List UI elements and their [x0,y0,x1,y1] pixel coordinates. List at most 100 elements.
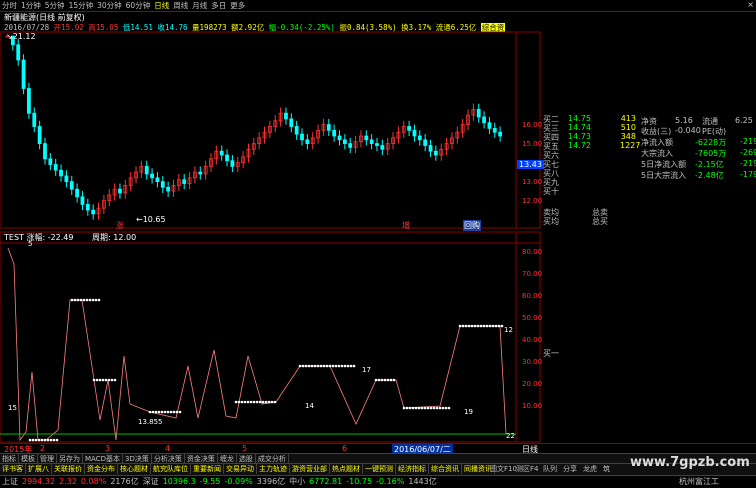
month-label: 4 [165,444,171,453]
index-name[interactable]: 中小 [287,476,307,487]
indicator-dot [322,364,326,368]
function-tab[interactable]: 经济指标 [396,464,429,474]
candle-body [27,88,31,114]
function-tab[interactable]: 交易异动 [224,464,257,474]
flow-key: 5日净流入额 [641,160,687,169]
indicator-point-label: 15 [8,404,17,412]
function-tab[interactable]: 评书客 [0,464,26,474]
candle-body [300,133,304,141]
indicator-dot [91,298,95,302]
candle-body [342,139,347,145]
flow-value-2: -219 [740,159,756,168]
indicator-dot [148,410,152,414]
right-tab[interactable]: 龙虎 [583,464,597,474]
orderbook-total-value: 总买 [592,217,608,226]
indicator-dot [110,378,114,382]
indicator-dot [429,406,433,410]
bottom-right-tab[interactable]: 测区F4 [516,464,538,474]
function-tab[interactable]: 热点题材 [330,464,363,474]
index-name[interactable]: 深证 [141,476,161,487]
indicator-dot [485,324,489,328]
candle-body [380,145,385,150]
right-tab[interactable]: 分享 [563,464,577,474]
orderbook-price: 14.73 [568,132,591,141]
indicator-dot [304,364,308,368]
function-tab[interactable]: 资金分布 [85,464,118,474]
right-tab[interactable]: 筑 [603,464,610,474]
indicator-dot [458,324,462,328]
info-key-2: PE(动) [702,127,727,136]
indicator-dot [482,324,486,328]
indicator-name[interactable]: TEST [4,233,24,242]
status-bar: 上证 2994.32 2.32 0.08% 2176亿 深证 10396.3 -9.55 -0.… [0,475,756,488]
indicator-axis-tick: 50.00 [522,314,543,322]
indicator-dot [408,406,412,410]
function-tab[interactable]: 航究队库位 [151,464,191,474]
indicator-dot [95,378,99,382]
indicator-dot [340,364,344,368]
month-label: 2 [40,444,46,453]
indicator-dot [73,298,77,302]
indicator-dot [97,298,101,302]
indicator-point-label: 12 [504,326,513,334]
indicator-dot [237,400,241,404]
flow-value: -2.15亿 [695,160,724,169]
candle-body [85,203,90,211]
buy-one-label: 买一 [543,349,559,358]
low-label-value: 10.65 [142,215,166,224]
kline-chart[interactable] [0,0,756,487]
low-label: ←10.65 [136,215,166,224]
function-tab[interactable]: 游资营业部 [290,464,330,474]
indicator-axis-tick: 30.00 [522,358,543,366]
indicator-dot [169,410,173,414]
function-tab[interactable]: 关联报价 [52,464,85,474]
event-mark-left[interactable]: 涨 [116,220,124,231]
function-tab[interactable]: 重要新闻 [191,464,224,474]
indicator-dot [85,298,89,302]
indicator-dot [98,378,102,382]
candle-body [64,175,69,182]
info-value-2: 6.25 [735,116,753,125]
event-mark-right[interactable]: 回购 [463,220,481,231]
indicator-point-label: 19 [464,408,473,416]
function-tab[interactable]: 一键预测 [363,464,396,474]
indicator-point-label: 14 [305,402,314,410]
function-tab[interactable]: 主力轨迹 [257,464,290,474]
indicator-dot [334,364,338,368]
orderbook-price: 14.72 [568,141,591,150]
indicator-dot [166,410,170,414]
indicator-dot [423,406,427,410]
indicator-dot [383,378,387,382]
candle-body [182,179,187,184]
index-amount: 1443亿 [408,477,437,486]
indicator-dot [441,406,445,410]
right-tab[interactable]: 队列 [543,464,557,474]
candle-body [348,143,353,148]
indicator-dot [417,406,421,410]
index-percent: -0.16% [376,477,405,486]
indicator-dot [49,438,53,442]
indicator-dot [82,298,86,302]
indicator-dot [28,438,32,442]
indicator-dot [79,298,83,302]
indicator-dot [151,410,155,414]
indicator-dot [343,364,347,368]
indicator-dot [377,378,381,382]
indicator-dot [331,364,335,368]
function-tab[interactable]: 核心题材 [118,464,151,474]
function-tab[interactable]: 综合资讯 [429,464,462,474]
index-name[interactable]: 上证 [0,476,20,487]
index-change: -10.75 [346,477,373,486]
indicator-dot [298,364,302,368]
event-mark-mid[interactable]: 增 [402,220,410,231]
candle-body [166,186,171,192]
candle-body [289,118,294,127]
indicator-dot [104,378,108,382]
flow-key: 大宗流入 [641,149,673,158]
info-key: 收益(三) [641,127,672,136]
indicator-dot [476,324,480,328]
month-label: 5 [242,444,248,453]
function-tab[interactable]: 扩展八 [26,464,52,474]
indicator-dot [55,438,59,442]
bottom-right-tab[interactable]: 图文F10 [490,464,517,474]
